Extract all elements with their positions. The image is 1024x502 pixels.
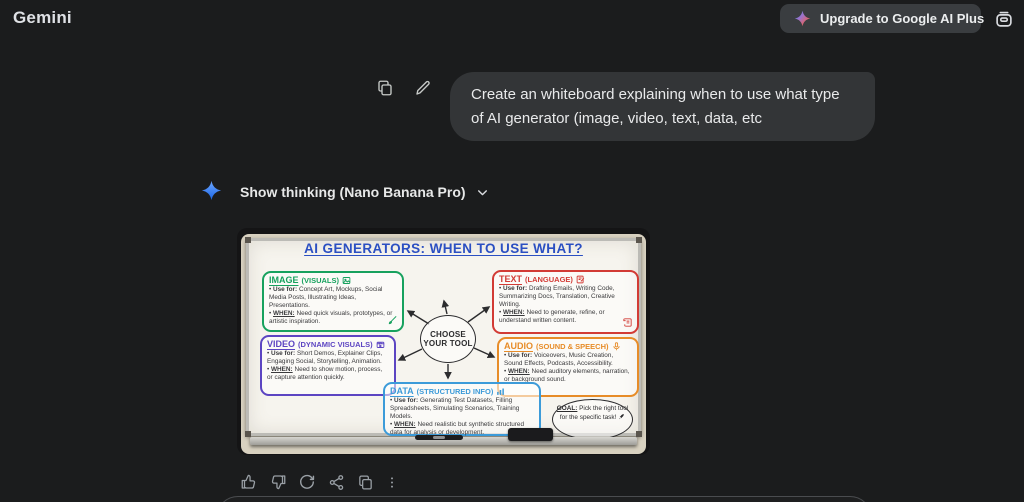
section-image-use: Use for: Concept Art, Mockups, Social Me…: [269, 286, 397, 310]
section-text-subtitle: (LANGUAGE): [525, 274, 573, 284]
section-text: TEXT (LANGUAGE) Use for: Drafting Emails…: [492, 270, 639, 334]
show-thinking-toggle[interactable]: Show thinking (Nano Banana Pro): [240, 184, 489, 200]
regenerate-icon[interactable]: [298, 473, 316, 491]
choose-your-tool-hub: CHOOSE YOUR TOOL: [420, 315, 476, 363]
section-image: IMAGE (VISUALS) Use for: Concept Art, Mo…: [262, 271, 404, 332]
section-text-use: Use for: Drafting Emails, Writing Code, …: [499, 285, 632, 309]
gemini-app: Gemini Upgrade to Google AI Plus Create …: [0, 0, 1024, 502]
marker-pen: [415, 435, 463, 440]
section-audio-title: AUDIO: [504, 341, 533, 351]
microphone-icon: [612, 341, 621, 351]
memo-icon: [576, 275, 585, 284]
section-video: VIDEO (DYNAMIC VISUALS) Use for: Short D…: [260, 335, 396, 396]
section-data-subtitle: (STRUCTURED INFO): [416, 386, 494, 396]
section-text-title: TEXT: [499, 274, 523, 284]
response-action-bar: [240, 473, 399, 491]
section-video-when: WHEN: Need to show motion, process, or c…: [267, 366, 389, 382]
whiteboard-eraser: [508, 428, 553, 441]
upgrade-button-label: Upgrade to Google AI Plus: [820, 11, 985, 26]
chevron-down-icon: [476, 186, 489, 199]
goal-bubble: GOAL: Pick the right tool for the specif…: [552, 399, 633, 440]
thumbs-up-icon[interactable]: [240, 473, 258, 491]
section-video-use: Use for: Short Demos, Explainer Clips, E…: [267, 350, 389, 366]
paintbrush-icon: [387, 315, 398, 326]
section-data-use: Use for: Generating Test Datasets, Filli…: [390, 397, 534, 421]
frame-corner: [245, 431, 251, 437]
section-audio-subtitle: (SOUND & SPEECH): [536, 341, 609, 351]
picture-icon: [342, 276, 351, 285]
section-data-title: DATA: [390, 386, 414, 396]
upgrade-button[interactable]: Upgrade to Google AI Plus: [780, 4, 985, 33]
section-video-title: VIDEO: [267, 339, 296, 349]
whiteboard-title: AI GENERATORS: WHEN TO USE WHAT?: [304, 241, 583, 256]
bar-chart-icon: [496, 387, 505, 396]
section-image-subtitle: (VISUALS): [301, 275, 340, 285]
frame-corner: [636, 431, 642, 437]
generated-whiteboard-image[interactable]: AI GENERATORS: WHEN TO USE WHAT? IMAGE (…: [237, 228, 650, 455]
show-thinking-label: Show thinking (Nano Banana Pro): [240, 184, 466, 200]
toolbox-icon[interactable]: [992, 7, 1016, 31]
prompt-input[interactable]: [216, 496, 872, 502]
more-vert-icon[interactable]: [385, 473, 399, 491]
scroll-icon: [622, 317, 633, 328]
section-video-subtitle: (DYNAMIC VISUALS): [298, 339, 373, 349]
edit-prompt-icon[interactable]: [414, 79, 432, 97]
gemini-star-icon: [201, 180, 222, 201]
copy-response-icon[interactable]: [356, 473, 374, 491]
section-audio-use: Use for: Voiceovers, Music Creation, Sou…: [504, 352, 632, 368]
gemini-logo[interactable]: Gemini: [13, 8, 72, 28]
copy-prompt-icon[interactable]: [376, 79, 394, 97]
rocket-icon: [618, 413, 625, 420]
section-text-when: WHEN: Need to generate, refine, or under…: [499, 309, 632, 325]
thumbs-down-icon[interactable]: [269, 473, 287, 491]
user-message-text: Create an whiteboard explaining when to …: [471, 86, 840, 127]
spark-icon: [794, 10, 811, 27]
section-image-when: WHEN: Need quick visuals, prototypes, or…: [269, 310, 397, 326]
section-image-title: IMAGE: [269, 275, 299, 285]
clapperboard-icon: [376, 340, 385, 349]
user-message-bubble: Create an whiteboard explaining when to …: [450, 72, 875, 141]
share-icon[interactable]: [327, 473, 345, 491]
